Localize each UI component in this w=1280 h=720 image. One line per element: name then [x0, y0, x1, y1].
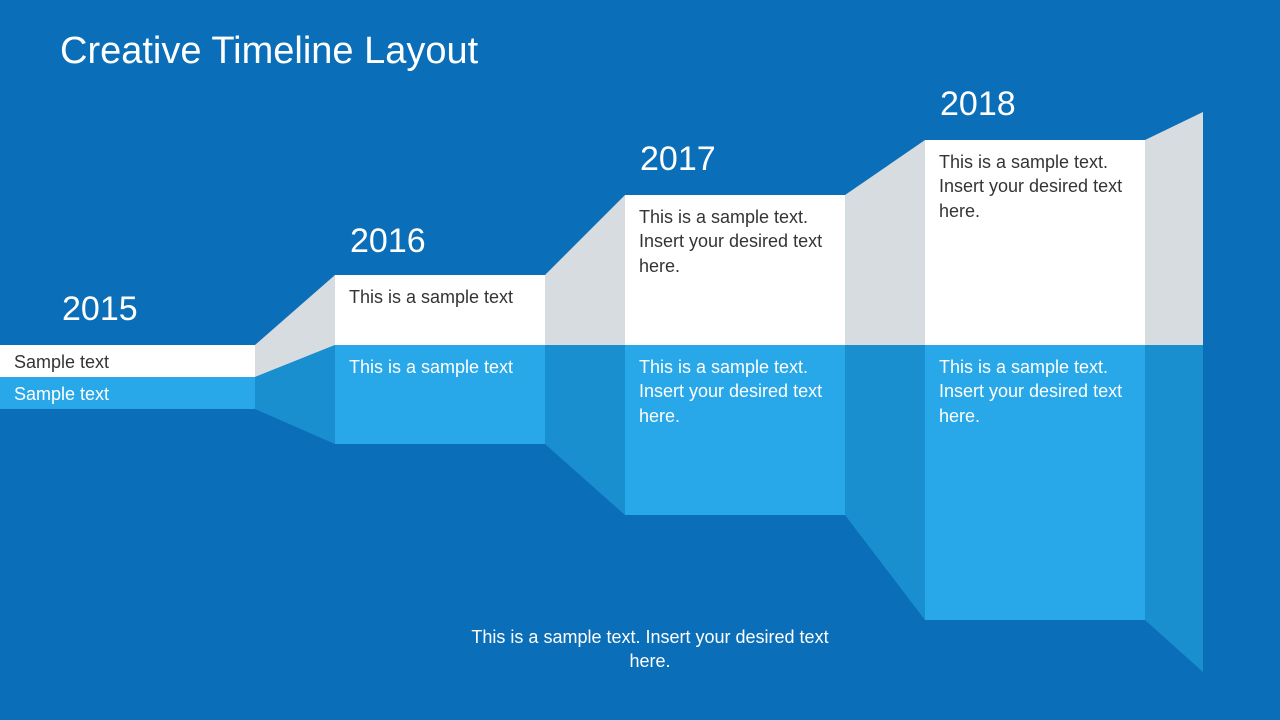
slide-title: Creative Timeline Layout	[60, 30, 478, 73]
step-top-box: This is a sample text. Insert your desir…	[925, 140, 1145, 345]
step-top-box: Sample text	[0, 345, 255, 377]
connector-1-2	[255, 275, 337, 444]
step-top-box: This is a sample text. Insert your desir…	[625, 195, 845, 345]
edge-shadow-4	[1145, 112, 1205, 672]
connector-3-4	[845, 140, 927, 620]
year-label: 2016	[350, 222, 426, 261]
year-label: 2017	[640, 140, 716, 179]
year-label: 2015	[62, 290, 138, 329]
slide-caption: This is a sample text. Insert your desir…	[470, 625, 830, 674]
step-bottom-box: This is a sample text	[335, 345, 545, 444]
step-bottom-box: Sample text	[0, 377, 255, 409]
connector-2-3	[545, 195, 627, 515]
step-top-box: This is a sample text	[335, 275, 545, 345]
step-bottom-box: This is a sample text. Insert your desir…	[925, 345, 1145, 620]
step-bottom-box: This is a sample text. Insert your desir…	[625, 345, 845, 515]
year-label: 2018	[940, 85, 1016, 124]
